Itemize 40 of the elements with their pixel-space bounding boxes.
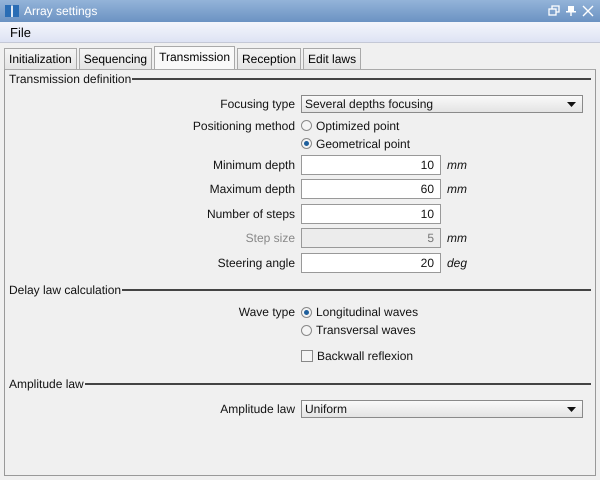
tab[interactable]: Initialization (4, 48, 77, 69)
section-title: Amplitude law (9, 377, 84, 391)
tab[interactable]: Transmission (154, 46, 235, 69)
caret-icon (567, 406, 576, 412)
checkbox-option[interactable]: Backwall reflexion (301, 349, 414, 363)
radio-option[interactable]: Longitudinal waves (301, 305, 418, 319)
radio-option[interactable]: Optimized point (301, 118, 400, 132)
section-title: Delay law calculation (9, 283, 122, 297)
field-label: Number of steps (206, 206, 295, 221)
field-label: Amplitude law (219, 402, 295, 416)
window-title: Array settings (24, 4, 98, 18)
close-icon[interactable] (582, 5, 594, 17)
tab[interactable]: Sequencing (78, 48, 152, 69)
radio-option[interactable]: Transversal waves (301, 323, 416, 337)
number-field[interactable]: 10 (301, 204, 441, 224)
field-label: Steering angle (216, 256, 295, 270)
dropdown[interactable]: Uniform (301, 400, 583, 418)
field-label: Wave type (238, 305, 295, 319)
menu-item[interactable]: File (4, 24, 37, 40)
field-label: Focusing type (219, 97, 295, 112)
unit-label: deg (447, 256, 468, 270)
field-label: Minimum depth (212, 158, 295, 172)
field-label: Positioning method (192, 118, 295, 132)
tab[interactable]: Reception (237, 48, 302, 69)
unit-label: mm (447, 158, 467, 172)
number-field[interactable]: 20 (301, 252, 441, 273)
field-label: Step size (244, 231, 295, 246)
field-label: Maximum depth (208, 182, 295, 196)
pin-icon[interactable] (565, 5, 577, 17)
section-title: Transmission definition (9, 72, 132, 86)
book-icon (4, 3, 20, 19)
number-field[interactable]: 10 (301, 154, 441, 175)
restore-icon[interactable] (548, 5, 560, 17)
unit-label: mm (447, 182, 467, 196)
radio-option[interactable]: Geometrical point (301, 136, 410, 150)
tab[interactable]: Edit laws (303, 48, 362, 69)
number-field[interactable]: 60 (301, 179, 441, 200)
caret-icon (567, 102, 576, 107)
dropdown[interactable]: Several depths focusing (301, 95, 583, 114)
unit-label: mm (447, 231, 467, 246)
